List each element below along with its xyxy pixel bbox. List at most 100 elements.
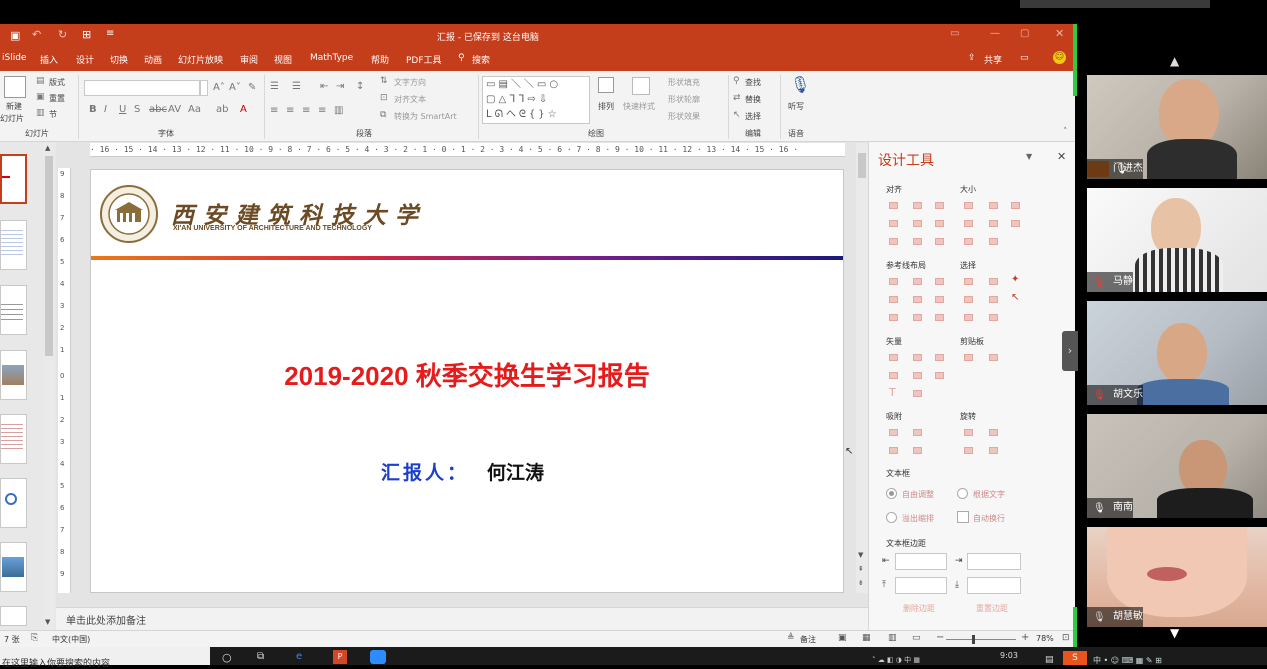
present-icon[interactable]: ⊞	[82, 28, 91, 41]
columns-icon[interactable]: ▥	[334, 105, 343, 116]
scroll-down-icon[interactable]: ▼	[858, 551, 863, 559]
size-icon[interactable]	[1011, 220, 1020, 227]
sogou-ime-icon[interactable]: S	[1063, 651, 1087, 665]
guide-icon[interactable]	[913, 296, 922, 303]
font-name-select[interactable]	[84, 80, 200, 96]
tab-review[interactable]: 审阅	[240, 53, 258, 66]
guide-icon[interactable]	[935, 296, 944, 303]
vector-icon[interactable]	[935, 372, 944, 379]
bold-icon[interactable]: B	[89, 104, 97, 115]
guide-icon[interactable]	[889, 296, 898, 303]
align-right-icon[interactable]	[935, 202, 944, 209]
scroll-up-icon[interactable]: ▲	[45, 144, 50, 152]
slide-thumbnail[interactable]	[0, 606, 27, 626]
close-pane-icon[interactable]: ✕	[1057, 150, 1066, 163]
participant-video-tile[interactable]: 门进杰 🎙	[1087, 75, 1267, 179]
tab-view[interactable]: 视图	[274, 53, 292, 66]
align-text-button[interactable]: 对齐文本	[394, 94, 426, 105]
slide-thumbnail[interactable]	[0, 154, 27, 204]
notes-placeholder[interactable]: 单击此处添加备注	[66, 612, 146, 627]
zoom-slider-thumb[interactable]	[972, 635, 975, 644]
maximize-icon[interactable]: ▢	[1020, 28, 1029, 39]
guide-icon[interactable]	[913, 314, 922, 321]
text-tool-icon[interactable]: T	[889, 386, 896, 399]
slide-thumbnail[interactable]	[0, 478, 27, 528]
increase-indent-icon[interactable]: ⇥	[336, 81, 344, 92]
spacing-icon[interactable]: AV	[168, 104, 181, 115]
find-button[interactable]: 查找	[745, 77, 761, 88]
powerpoint-icon[interactable]: P	[333, 650, 347, 664]
slide-thumbnail[interactable]	[0, 350, 27, 400]
distribute-h-icon[interactable]	[889, 238, 898, 245]
save-icon[interactable]: ▣	[10, 29, 20, 42]
shapes-gallery[interactable]: ▭▤＼＼▭○ ▢△ᒣᒣ⇨⇩ ᒪᘏヘᘓ{}☆	[482, 76, 590, 124]
slide-thumbnail[interactable]	[0, 220, 27, 270]
participant-video-tile[interactable]: 南南 🎙	[1087, 414, 1267, 518]
taskbar-search-input[interactable]: 在这里输入你要搜索的内容	[2, 656, 110, 669]
zoom-slider[interactable]	[946, 639, 1016, 640]
text-direction-button[interactable]: 文字方向	[394, 77, 426, 88]
vector-icon[interactable]	[913, 354, 922, 361]
autofit-radio[interactable]	[886, 488, 897, 499]
task-view-icon[interactable]: ⧉	[257, 651, 264, 662]
reporter-label[interactable]: 汇报人：	[381, 458, 469, 485]
smartart-button[interactable]: 转换为 SmartArt	[394, 111, 457, 122]
reporter-name[interactable]: 何江涛	[487, 458, 544, 485]
tab-search[interactable]: 搜索	[472, 53, 490, 66]
prev-slide-icon[interactable]: ⇞	[858, 565, 864, 573]
delete-margin-button[interactable]: 删除边距	[903, 603, 935, 614]
zoom-out-icon[interactable]: −	[936, 632, 944, 643]
arrange-button[interactable]: 排列	[598, 101, 614, 112]
quick-styles-button[interactable]: 快速样式	[623, 101, 655, 112]
select-icon[interactable]	[964, 296, 973, 303]
same-height-icon[interactable]	[989, 202, 998, 209]
share-icon[interactable]: ⇪	[968, 53, 976, 63]
pane-menu-icon[interactable]: ▼	[1026, 152, 1032, 161]
language-indicator[interactable]: 中文(中国)	[52, 634, 90, 645]
cursor-select-icon[interactable]: ↖	[1011, 292, 1019, 303]
change-case-icon[interactable]: Aa	[188, 104, 201, 115]
customize-icon[interactable]: ≡	[106, 28, 114, 39]
guide-icon[interactable]	[889, 314, 898, 321]
ribbon-display-icon[interactable]: ▭	[950, 28, 959, 39]
slideshow-view-icon[interactable]: ▭	[912, 633, 921, 643]
distribute-grid-icon[interactable]	[935, 238, 944, 245]
smiley-icon[interactable]: ☺	[1053, 51, 1066, 64]
scroll-down-arrow-icon[interactable]: ▼	[1170, 626, 1179, 640]
align-middle-icon[interactable]	[913, 220, 922, 227]
close-icon[interactable]: ✕	[1055, 27, 1064, 40]
align-bottom-icon[interactable]	[935, 220, 944, 227]
shape-fill-button[interactable]: 形状填充	[668, 77, 700, 88]
highlight-icon[interactable]: ab	[216, 104, 228, 115]
same-size-icon[interactable]	[1011, 202, 1020, 209]
participant-video-tile[interactable]: 马静 🎙	[1087, 188, 1267, 292]
notes-pane[interactable]: 单击此处添加备注	[56, 607, 868, 630]
reading-view-icon[interactable]: ▥	[888, 633, 897, 643]
sorter-view-icon[interactable]: ▦	[862, 633, 871, 643]
share-button[interactable]: 共享	[984, 53, 1002, 66]
edge-icon[interactable]: e	[296, 651, 302, 662]
vector-icon[interactable]	[889, 354, 898, 361]
wrap-checkbox[interactable]	[957, 511, 969, 523]
new-slide-icon[interactable]	[4, 76, 26, 98]
flip-icon[interactable]	[964, 447, 973, 454]
overflow-radio[interactable]	[886, 512, 897, 523]
align-top-icon[interactable]	[889, 220, 898, 227]
slide-title[interactable]: 2019-2020 秋季交换生学习报告	[91, 356, 843, 393]
section-button[interactable]: 节	[49, 109, 57, 120]
zoom-in-icon[interactable]: +	[1021, 632, 1029, 643]
undo-icon[interactable]: ↶	[32, 28, 41, 41]
underline-icon[interactable]: U	[119, 104, 126, 115]
select-icon[interactable]	[964, 278, 973, 285]
collapse-panel-icon[interactable]: ›	[1062, 331, 1078, 371]
select-icon[interactable]	[964, 314, 973, 321]
layout-button[interactable]: 版式	[49, 77, 65, 88]
search-icon[interactable]: ⚲	[458, 53, 465, 63]
size-icon[interactable]	[989, 220, 998, 227]
align-center-icon[interactable]: ≡	[286, 105, 294, 116]
zoom-level[interactable]: 78%	[1036, 634, 1054, 643]
bullets-icon[interactable]: ☰	[270, 81, 279, 92]
slide-thumbnail[interactable]	[0, 542, 27, 592]
font-size-select[interactable]	[200, 80, 208, 96]
scroll-thumb[interactable]	[45, 156, 53, 356]
